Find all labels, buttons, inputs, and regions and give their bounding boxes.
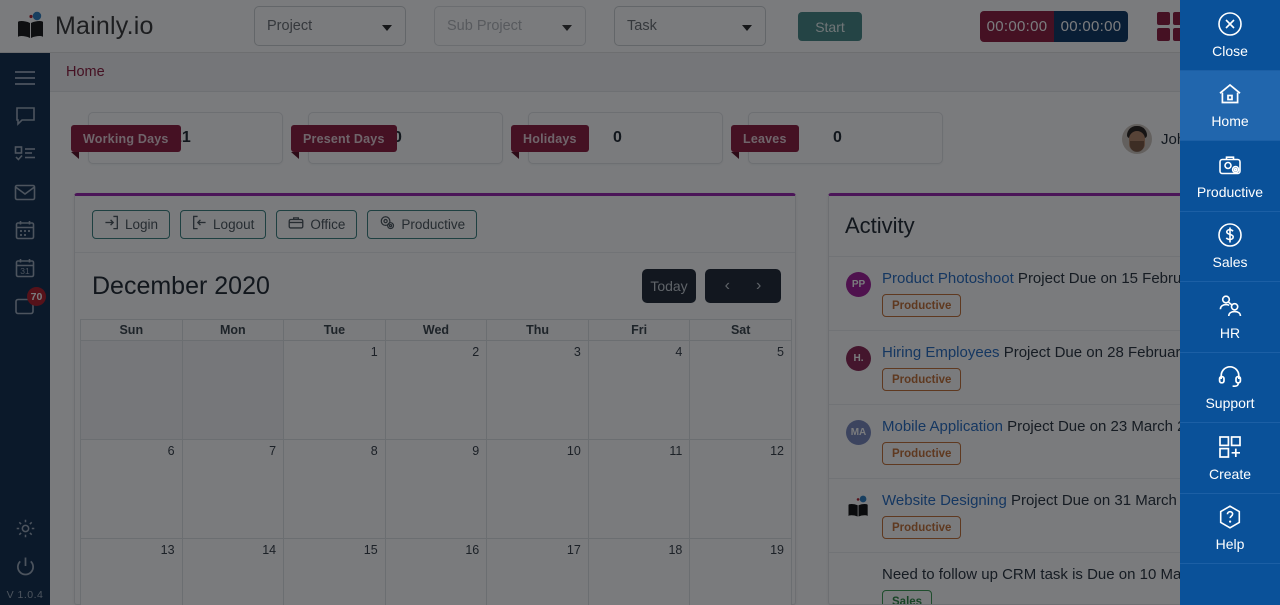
right-menu-label: HR: [1219, 324, 1241, 341]
briefcase-gear-icon: [1217, 152, 1243, 178]
right-menu-label: Close: [1212, 42, 1248, 59]
right-menu-item-close[interactable]: Close: [1180, 0, 1280, 71]
right-menu-label: Support: [1205, 395, 1255, 412]
grid-plus-icon: [1217, 434, 1243, 460]
people-icon: [1217, 293, 1243, 319]
right-menu-item-support[interactable]: Support: [1180, 353, 1280, 423]
right-menu-item-hr[interactable]: HR: [1180, 282, 1280, 353]
right-menu-item-help[interactable]: Help: [1180, 494, 1280, 564]
right-menu-item-sales[interactable]: Sales: [1180, 212, 1280, 282]
dollar-circle-icon: [1217, 222, 1243, 248]
right-menu-label: Productive: [1196, 183, 1264, 200]
modal-overlay[interactable]: [0, 0, 1180, 605]
question-hexagon-icon: [1217, 504, 1243, 530]
right-menu-label: Help: [1215, 536, 1245, 553]
right-menu: Close Home Productive Sales HR Support C…: [1180, 0, 1280, 605]
right-menu-item-productive[interactable]: Productive: [1180, 141, 1280, 212]
right-menu-item-home[interactable]: Home: [1180, 70, 1280, 141]
close-circle-icon: [1217, 11, 1243, 37]
right-menu-label: Home: [1211, 113, 1249, 130]
right-menu-label: Create: [1208, 465, 1252, 482]
home-icon: [1217, 81, 1243, 107]
application-root: Mainly.io Project Sub Project Task Start…: [0, 0, 1280, 605]
right-menu-label: Sales: [1212, 254, 1248, 271]
right-menu-item-create[interactable]: Create: [1180, 423, 1280, 494]
headset-icon: [1217, 363, 1243, 389]
